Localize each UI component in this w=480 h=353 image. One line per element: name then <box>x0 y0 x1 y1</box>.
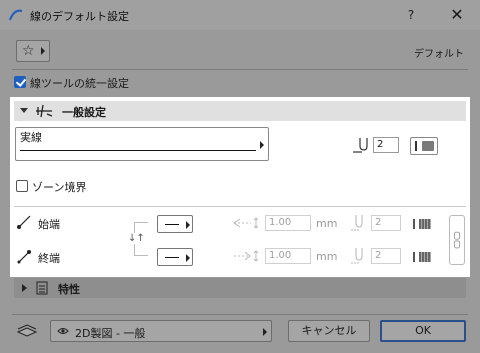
line-type-selector[interactable] <box>15 127 269 161</box>
end-size-field[interactable]: 1.00 <box>265 248 311 264</box>
cancel-button[interactable]: キャンセル <box>288 320 370 342</box>
line-type-preview <box>20 150 256 151</box>
view-select[interactable]: 2D製図 - 一般 <box>50 320 272 342</box>
line-settings-icon <box>36 104 53 118</box>
help-button[interactable]: ? <box>402 6 420 24</box>
chain-link-icon[interactable] <box>449 215 465 265</box>
pen-color-swatch <box>422 141 434 151</box>
divider <box>12 69 468 70</box>
pen-number-field[interactable]: 2 <box>373 137 399 153</box>
line-type-label: 実線 <box>20 131 42 144</box>
unify-settings-checkbox[interactable] <box>14 76 26 88</box>
close-button[interactable]: ✕ <box>448 6 466 24</box>
layers-icon <box>16 324 38 337</box>
line-tool-icon <box>9 9 23 21</box>
start-pen-color-button[interactable] <box>410 216 436 232</box>
default-label: デフォルト <box>414 49 464 60</box>
window-title: 線のデフォルト設定 <box>30 10 129 23</box>
ok-button[interactable]: OK <box>380 320 466 342</box>
star-icon: ☆ <box>22 43 35 59</box>
end-unit-label: mm <box>316 250 338 263</box>
document-icon <box>36 281 48 295</box>
end-type-preview <box>165 224 179 225</box>
chevron-right-icon <box>260 141 264 149</box>
arrow-size-icon <box>233 217 259 229</box>
end-pen-color-button[interactable] <box>410 249 436 265</box>
pen-icon <box>351 248 363 264</box>
properties-header[interactable] <box>14 278 466 298</box>
pen-bar-icon <box>413 252 415 262</box>
end-label: 終端 <box>38 252 60 265</box>
end-type-preview <box>165 257 179 258</box>
properties-label: 特性 <box>58 283 80 296</box>
general-settings-label: 一般設定 <box>62 106 106 119</box>
swap-ends-icon[interactable]: ↓↑ <box>128 233 145 244</box>
end-pen-field[interactable]: 2 <box>371 248 401 264</box>
start-size-field[interactable]: 1.00 <box>265 215 311 231</box>
chevron-right-icon <box>263 328 267 336</box>
favorites-button[interactable]: ☆ <box>16 40 50 62</box>
pen-color-button[interactable] <box>410 137 438 155</box>
end-arrow-icon <box>17 250 31 264</box>
collapse-triangle-icon[interactable] <box>20 108 28 113</box>
pen-color-swatch <box>419 252 431 262</box>
arrow-size-icon <box>234 250 259 262</box>
pen-bar-icon <box>415 141 417 151</box>
chevron-right-icon <box>186 254 190 262</box>
zone-border-checkbox[interactable] <box>16 180 28 192</box>
pen-color-swatch <box>419 219 431 229</box>
expand-triangle-icon[interactable] <box>22 284 27 292</box>
zone-border-label: ゾーン境界 <box>32 181 87 194</box>
start-label: 始端 <box>38 218 60 231</box>
divider <box>12 314 468 315</box>
start-end-type-button[interactable] <box>157 215 193 233</box>
pen-icon <box>351 215 363 231</box>
chevron-right-icon <box>41 47 45 55</box>
divider <box>14 206 466 207</box>
unify-settings-label: 線ツールの統一設定 <box>30 77 129 90</box>
start-unit-label: mm <box>316 217 338 230</box>
start-pen-field[interactable]: 2 <box>371 215 401 231</box>
pen-bar-icon <box>413 219 415 229</box>
chevron-right-icon <box>186 221 190 229</box>
eye-icon <box>57 328 69 334</box>
start-arrow-icon <box>17 215 31 229</box>
pen-icon <box>353 138 368 153</box>
end-end-type-button[interactable] <box>157 248 193 266</box>
view-label: 2D製図 - 一般 <box>75 327 146 340</box>
